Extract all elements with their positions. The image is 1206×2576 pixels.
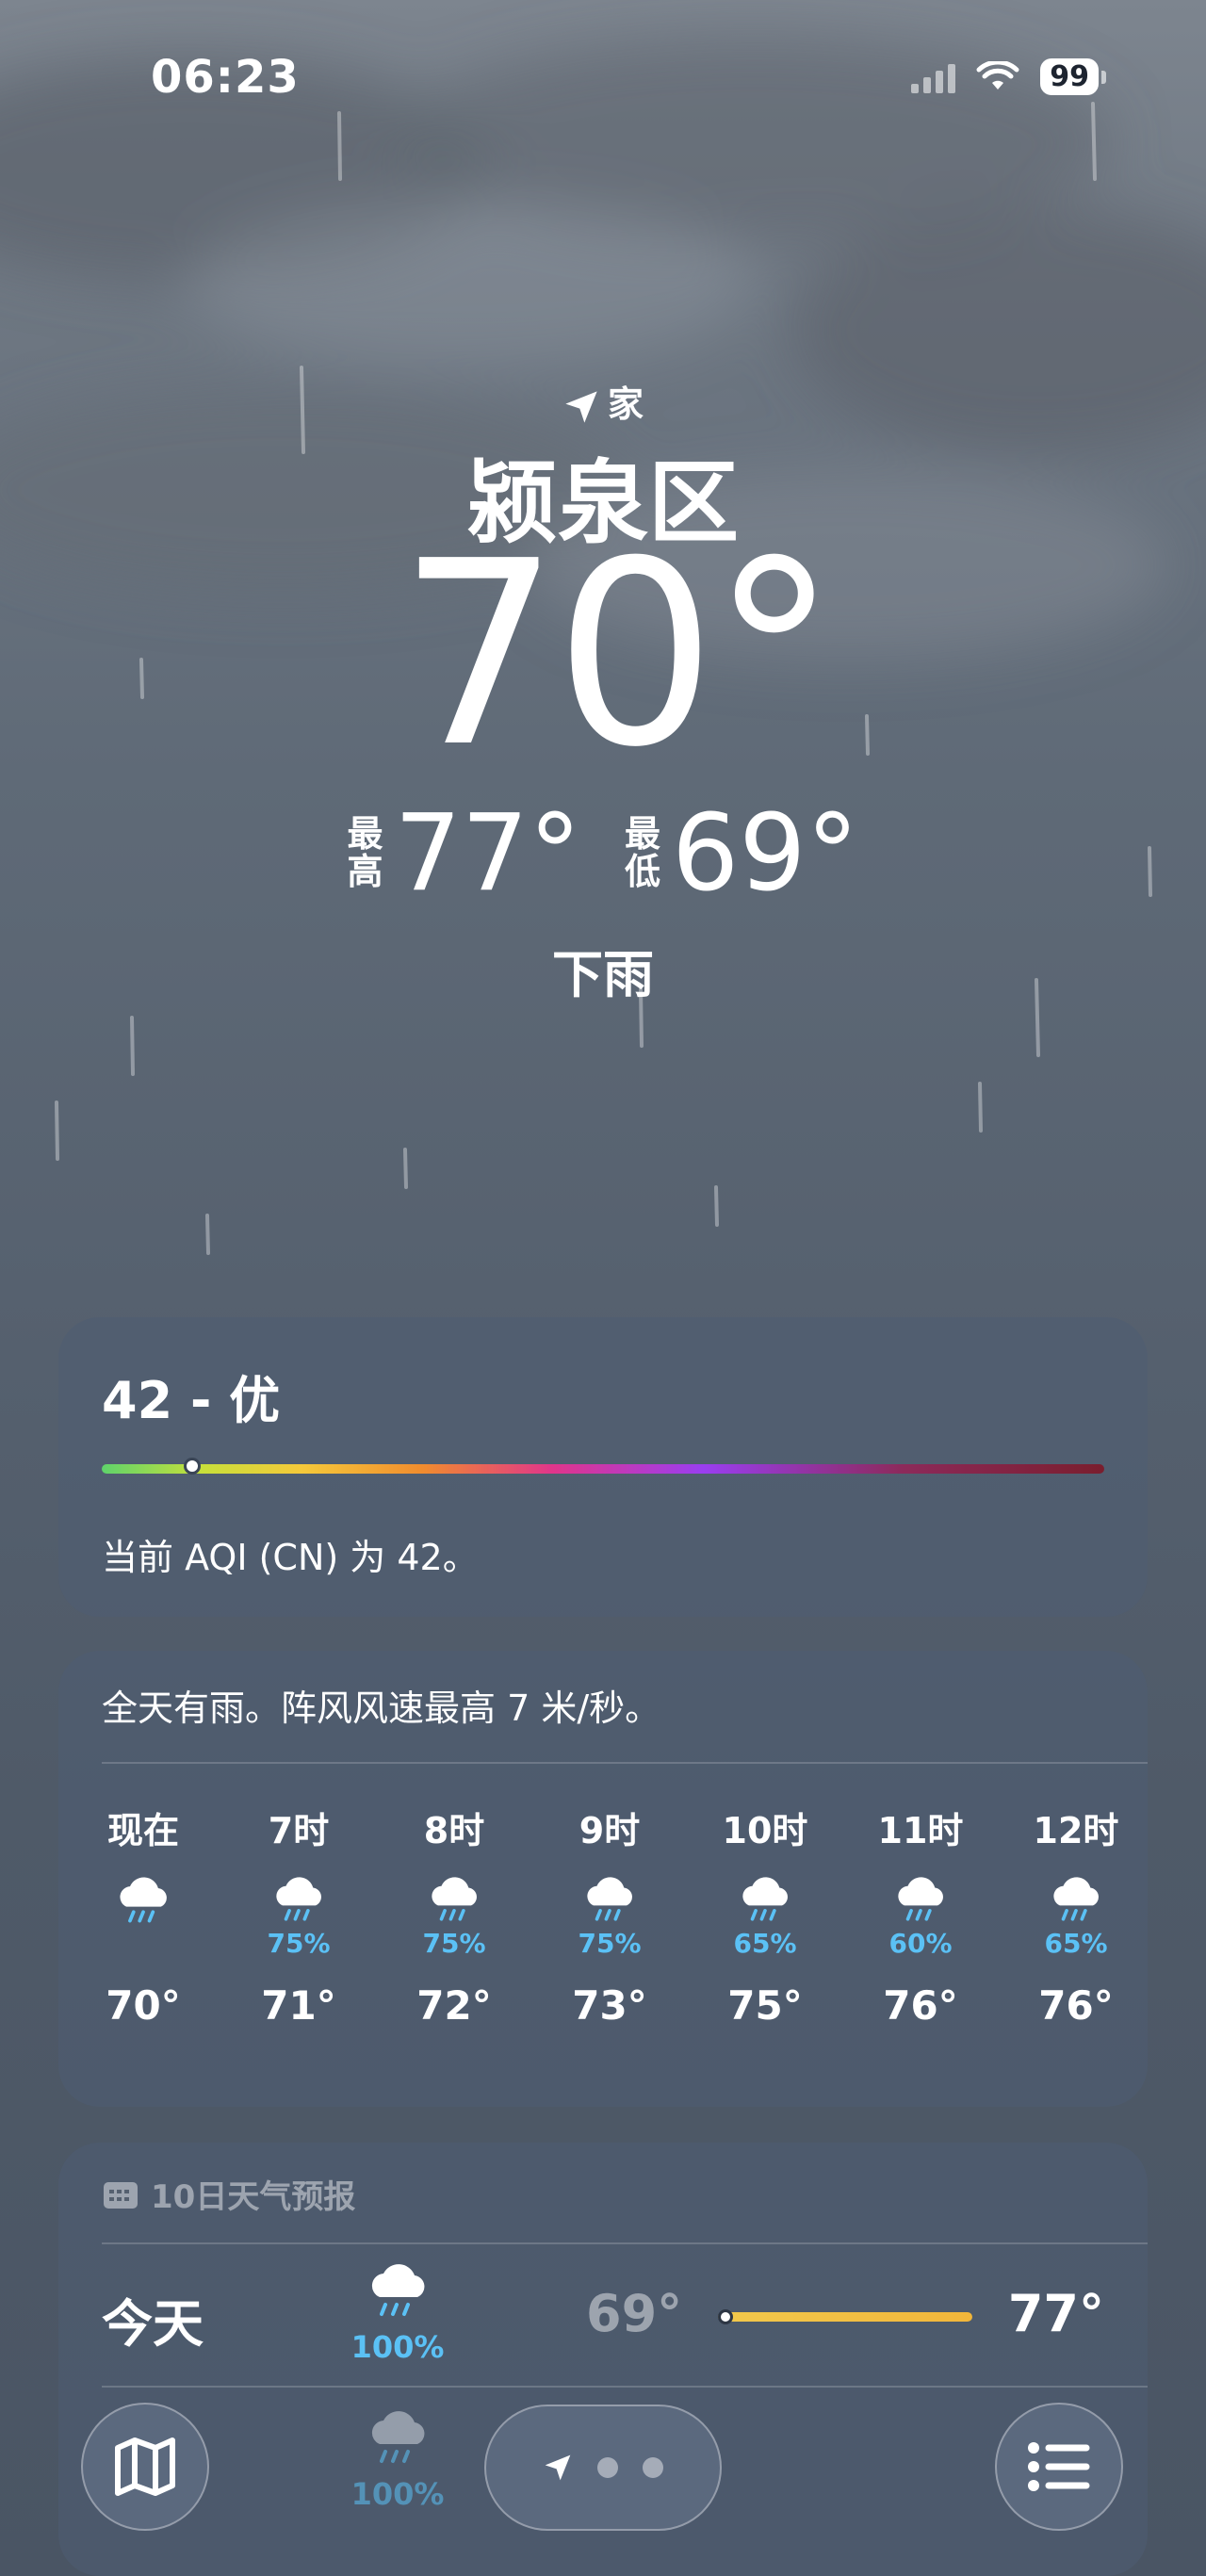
hourly-summary: 全天有雨。阵风风速最高 7 米/秒。 (102, 1687, 661, 1729)
aqi-marker (183, 1458, 201, 1475)
rain-cloud-icon (276, 1877, 321, 1921)
day-name: 今天 (102, 2294, 204, 2354)
rain-cloud-icon (587, 1877, 632, 1921)
aqi-card[interactable]: 42 - 优 当前 AQI (CN) 为 42。 (58, 1317, 1148, 1617)
hourly-item: 11时 60% 76° (864, 1802, 977, 2029)
list-icon (1028, 2442, 1090, 2491)
cellular-signal-icon (911, 61, 956, 93)
hour-label: 12时 (1033, 1810, 1119, 1851)
hour-label: 10时 (722, 1810, 808, 1851)
divider (102, 2386, 1148, 2388)
ten-day-title: 10日天气预报 (151, 2178, 356, 2216)
day-temp-range-fill (718, 2312, 972, 2322)
hour-temp: 72° (416, 1982, 492, 2029)
high-low-row: 最高 77° 最低 69° (0, 801, 1206, 906)
hourly-item: 9时 75% 73° (553, 1802, 666, 2029)
condition-text: 下雨 (552, 945, 654, 1004)
page-dot (597, 2457, 618, 2478)
next-day-precip-chance: 100% (350, 2476, 445, 2512)
calendar-icon (104, 2181, 138, 2209)
hour-precip-chance: 75% (578, 1928, 642, 1959)
hourly-item: 现在 70° (87, 1802, 200, 2029)
hour-weather: 65% (709, 1854, 822, 1959)
high-temp: 77° (394, 792, 581, 915)
hour-label: 9时 (579, 1810, 641, 1851)
current-temperature: 70° (398, 506, 839, 803)
aqi-scale-bar (102, 1464, 1104, 1474)
rain-cloud-icon (432, 1877, 477, 1921)
status-time: 06:23 (151, 51, 300, 104)
location-label: 家 (607, 383, 644, 425)
hour-temp: 76° (1038, 1982, 1114, 2029)
hour-label: 8时 (423, 1810, 485, 1851)
hour-weather: 65% (1019, 1854, 1133, 1959)
hour-label: 现在 (106, 1810, 179, 1851)
ten-day-header: 10日天气预报 (102, 2171, 355, 2217)
location-arrow-icon (545, 2454, 571, 2481)
hourly-item: 7时 75% 71° (242, 1802, 355, 2029)
rain-cloud-icon (371, 2264, 425, 2316)
day-high-temp: 77° (1007, 2284, 1104, 2343)
hour-temp: 71° (261, 1982, 336, 2029)
location-arrow-icon (565, 390, 597, 423)
divider (102, 2242, 1148, 2244)
hour-weather: 75% (553, 1854, 666, 1959)
rain-cloud-icon (371, 2411, 425, 2463)
page-indicator[interactable] (484, 2405, 722, 2531)
divider (102, 1762, 1148, 1764)
wifi-icon (976, 60, 1019, 90)
rain-cloud-icon (120, 1877, 167, 1923)
location-row: 家 (0, 375, 1206, 427)
day-temp-range-bar (718, 2309, 972, 2324)
hour-weather: 60% (864, 1854, 977, 1959)
hour-temp: 73° (572, 1982, 647, 2029)
page-dot (643, 2457, 663, 2478)
battery-indicator: 99 (1040, 58, 1106, 95)
hour-temp: 75° (727, 1982, 803, 2029)
hourly-item: 8时 75% 72° (398, 1802, 511, 2029)
low-label: 最低 (625, 813, 661, 892)
hour-precip-chance: 75% (422, 1928, 486, 1959)
map-icon (115, 2437, 175, 2496)
city-list-button[interactable] (995, 2403, 1123, 2531)
hour-precip-chance: 65% (1044, 1928, 1108, 1959)
hour-weather: 75% (242, 1854, 355, 1959)
current-temp-marker (718, 2309, 733, 2324)
day-weather: 100% (341, 2259, 454, 2365)
hourly-scroll-list[interactable]: 现在 70° 7时 75% 71° 8时 75% 72° 9时 75% 73° 10时 65% 75° 11… (58, 1802, 1148, 2103)
hourly-item: 12时 65% 76° (1019, 1802, 1133, 2029)
map-button[interactable] (81, 2403, 209, 2531)
rain-cloud-icon (1053, 1877, 1099, 1921)
hour-weather: 75% (398, 1854, 511, 1959)
hour-precip-chance: 75% (267, 1928, 331, 1959)
day-precip-chance: 100% (350, 2329, 445, 2365)
hour-precip-chance: 65% (733, 1928, 797, 1959)
aqi-description: 当前 AQI (CN) 为 42。 (102, 1537, 479, 1578)
high-label: 最高 (347, 813, 383, 892)
next-day-weather: 100% (341, 2406, 454, 2512)
status-icons: 99 (911, 58, 1106, 95)
hour-precip-chance: 60% (888, 1928, 953, 1959)
hour-label: 7时 (268, 1810, 330, 1851)
hour-label: 11时 (877, 1810, 964, 1851)
aqi-title: 42 - 优 (102, 1371, 281, 1430)
hour-temp: 70° (106, 1982, 181, 2029)
hour-weather (87, 1854, 200, 1958)
day-low-temp: 69° (586, 2284, 683, 2343)
low-temp: 69° (672, 792, 859, 915)
hourly-item: 10时 65% 75° (709, 1802, 822, 2029)
hour-temp: 76° (883, 1982, 958, 2029)
rain-cloud-icon (742, 1877, 788, 1921)
rain-cloud-icon (898, 1877, 943, 1921)
hourly-forecast-card[interactable]: 全天有雨。阵风风速最高 7 米/秒。 现在 70° 7时 75% 71° 8时 75% 72°… (58, 1651, 1148, 2107)
